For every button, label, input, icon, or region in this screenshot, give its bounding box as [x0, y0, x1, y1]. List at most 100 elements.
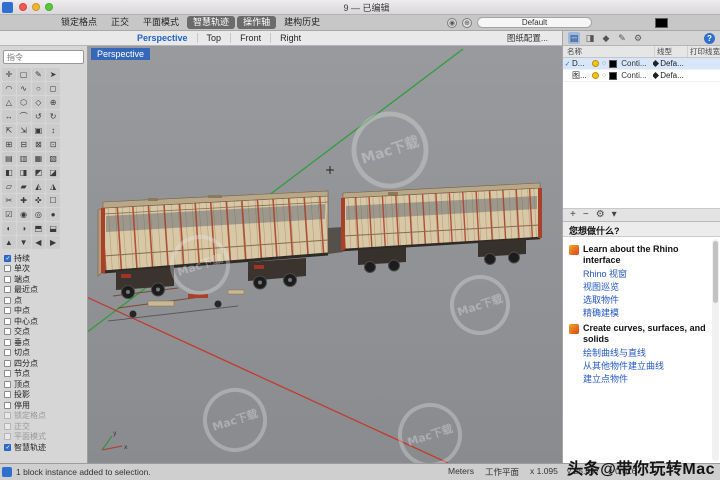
toolbar-toggle-2[interactable]: 正交: [105, 16, 135, 29]
close-button[interactable]: [19, 3, 27, 11]
toolbar-toggle-3[interactable]: 平面模式: [137, 16, 185, 29]
tool-icon[interactable]: ▦: [32, 152, 46, 165]
osnap-checkbox[interactable]: [4, 423, 11, 430]
help-link[interactable]: Rhino 视窗: [569, 268, 708, 281]
help-link[interactable]: 精确建模: [569, 307, 708, 320]
osnap-item-12[interactable]: 节点: [4, 369, 85, 380]
help-scrollbar-thumb[interactable]: [713, 241, 718, 303]
tool-icon[interactable]: ▧: [46, 152, 60, 165]
layer-color-swatch[interactable]: [609, 72, 617, 80]
tool-icon[interactable]: ◎: [32, 208, 46, 221]
osnap-item-16[interactable]: 锁定格点: [4, 411, 85, 422]
tool-icon[interactable]: ▤: [2, 152, 16, 165]
tool-icon[interactable]: ☐: [46, 194, 60, 207]
layer-color-swatch[interactable]: [609, 60, 617, 68]
tool-icon[interactable]: ☑: [2, 208, 16, 221]
viewport-title[interactable]: Perspective: [91, 48, 150, 60]
help-link[interactable]: 选取物件: [569, 294, 708, 307]
minimize-button[interactable]: [32, 3, 40, 11]
tool-icon[interactable]: ○: [32, 82, 46, 95]
tool-icon[interactable]: ▼: [17, 236, 31, 249]
osnap-item-2[interactable]: 单次: [4, 264, 85, 275]
osnap-checkbox[interactable]: [4, 381, 11, 388]
osnap-item-9[interactable]: 垂点: [4, 337, 85, 348]
osnap-item-15[interactable]: 停用: [4, 400, 85, 411]
tool-icon[interactable]: ◐: [2, 222, 16, 235]
layer-row[interactable]: ✓D...○Conti...Defa...: [563, 58, 720, 70]
tool-icon[interactable]: ✜: [32, 194, 46, 207]
tool-icon[interactable]: ⬡: [17, 96, 31, 109]
tool-icon[interactable]: ◻: [46, 82, 60, 95]
osnap-item-6[interactable]: 中点: [4, 306, 85, 317]
tool-icon[interactable]: ✂: [2, 194, 16, 207]
osnap-item-19[interactable]: 智慧轨迹: [4, 442, 85, 453]
tool-icon[interactable]: ◀: [32, 236, 46, 249]
osnap-item-14[interactable]: 投影: [4, 390, 85, 401]
record-icon[interactable]: ◉: [447, 18, 457, 28]
tool-icon[interactable]: ▲: [2, 236, 16, 249]
zoom-button[interactable]: [45, 3, 53, 11]
tool-icon[interactable]: ⇱: [2, 124, 16, 137]
tool-icon[interactable]: ➤: [46, 68, 60, 81]
tool-icon[interactable]: ▢: [17, 68, 31, 81]
tool-icon[interactable]: ⇲: [17, 124, 31, 137]
tool-icon[interactable]: ⬒: [32, 222, 46, 235]
layers-panel-icon[interactable]: ▤: [568, 32, 580, 44]
osnap-item-18[interactable]: 平面模式: [4, 432, 85, 443]
help-topic-link[interactable]: Learn about the Rhino interface: [569, 244, 708, 266]
osnap-checkbox[interactable]: [4, 297, 11, 304]
osnap-checkbox[interactable]: [4, 265, 11, 272]
help-link[interactable]: 视图巡览: [569, 281, 708, 294]
visibility-bulb-icon[interactable]: [592, 72, 599, 79]
help-panel-icon[interactable]: ?: [704, 33, 715, 44]
osnap-item-3[interactable]: 端点: [4, 274, 85, 285]
osnap-checkbox[interactable]: [4, 391, 11, 398]
tool-icon[interactable]: ⊕: [46, 96, 60, 109]
osnap-item-7[interactable]: 中心点: [4, 316, 85, 327]
osnap-checkbox[interactable]: [4, 433, 11, 440]
osnap-checkbox[interactable]: [4, 276, 11, 283]
tool-icon[interactable]: ▥: [17, 152, 31, 165]
preset-dropdown[interactable]: Default: [477, 17, 592, 28]
osnap-item-1[interactable]: 持续: [4, 253, 85, 264]
visibility-bulb-icon[interactable]: [592, 60, 599, 67]
tool-icon[interactable]: ⊠: [32, 138, 46, 151]
osnap-checkbox[interactable]: [4, 370, 11, 377]
units-label[interactable]: Meters: [448, 466, 474, 478]
cplane-label[interactable]: 工作平面: [485, 466, 519, 478]
viewport[interactable]: Perspective: [88, 46, 562, 463]
tool-icon[interactable]: ⌒: [17, 110, 31, 123]
toolbar-toggle-4[interactable]: 智慧轨迹: [187, 16, 235, 29]
osnap-item-8[interactable]: 交点: [4, 327, 85, 338]
osnap-checkbox[interactable]: [4, 360, 11, 367]
help-link[interactable]: 从其他物件建立曲线: [569, 360, 708, 373]
osnap-checkbox[interactable]: [4, 412, 11, 419]
tool-icon[interactable]: ∿: [17, 82, 31, 95]
tool-icon[interactable]: ◩: [32, 166, 46, 179]
lock-icon[interactable]: ○: [602, 60, 606, 68]
tool-icon[interactable]: ⊟: [17, 138, 31, 151]
tool-icon[interactable]: ✛: [2, 68, 16, 81]
osnap-item-4[interactable]: 最近点: [4, 285, 85, 296]
help-scrollbar[interactable]: [712, 239, 719, 461]
osnap-item-11[interactable]: 四分点: [4, 358, 85, 369]
tool-icon[interactable]: ↺: [32, 110, 46, 123]
remove-layer-button[interactable]: −: [583, 209, 589, 221]
tool-icon[interactable]: ◇: [32, 96, 46, 109]
tool-icon[interactable]: ✎: [32, 68, 46, 81]
tool-icon[interactable]: ↕: [46, 124, 60, 137]
add-layer-button[interactable]: +: [570, 209, 576, 221]
osnap-checkbox[interactable]: [4, 328, 11, 335]
tool-icon[interactable]: ◮: [46, 180, 60, 193]
tool-icon[interactable]: ◉: [17, 208, 31, 221]
settings-panel-icon[interactable]: ⚙: [632, 32, 644, 44]
osnap-checkbox[interactable]: [4, 349, 11, 356]
crosshair-icon[interactable]: ⊕: [462, 18, 472, 28]
layer-options-button[interactable]: ⚙: [596, 209, 605, 221]
osnap-checkbox[interactable]: [4, 307, 11, 314]
osnap-checkbox[interactable]: [4, 286, 11, 293]
layout-config-button[interactable]: 图纸配置...: [507, 32, 548, 44]
toolbar-toggle-6[interactable]: 建构历史: [278, 16, 326, 29]
tool-icon[interactable]: ●: [46, 208, 60, 221]
tool-icon[interactable]: ◨: [17, 166, 31, 179]
